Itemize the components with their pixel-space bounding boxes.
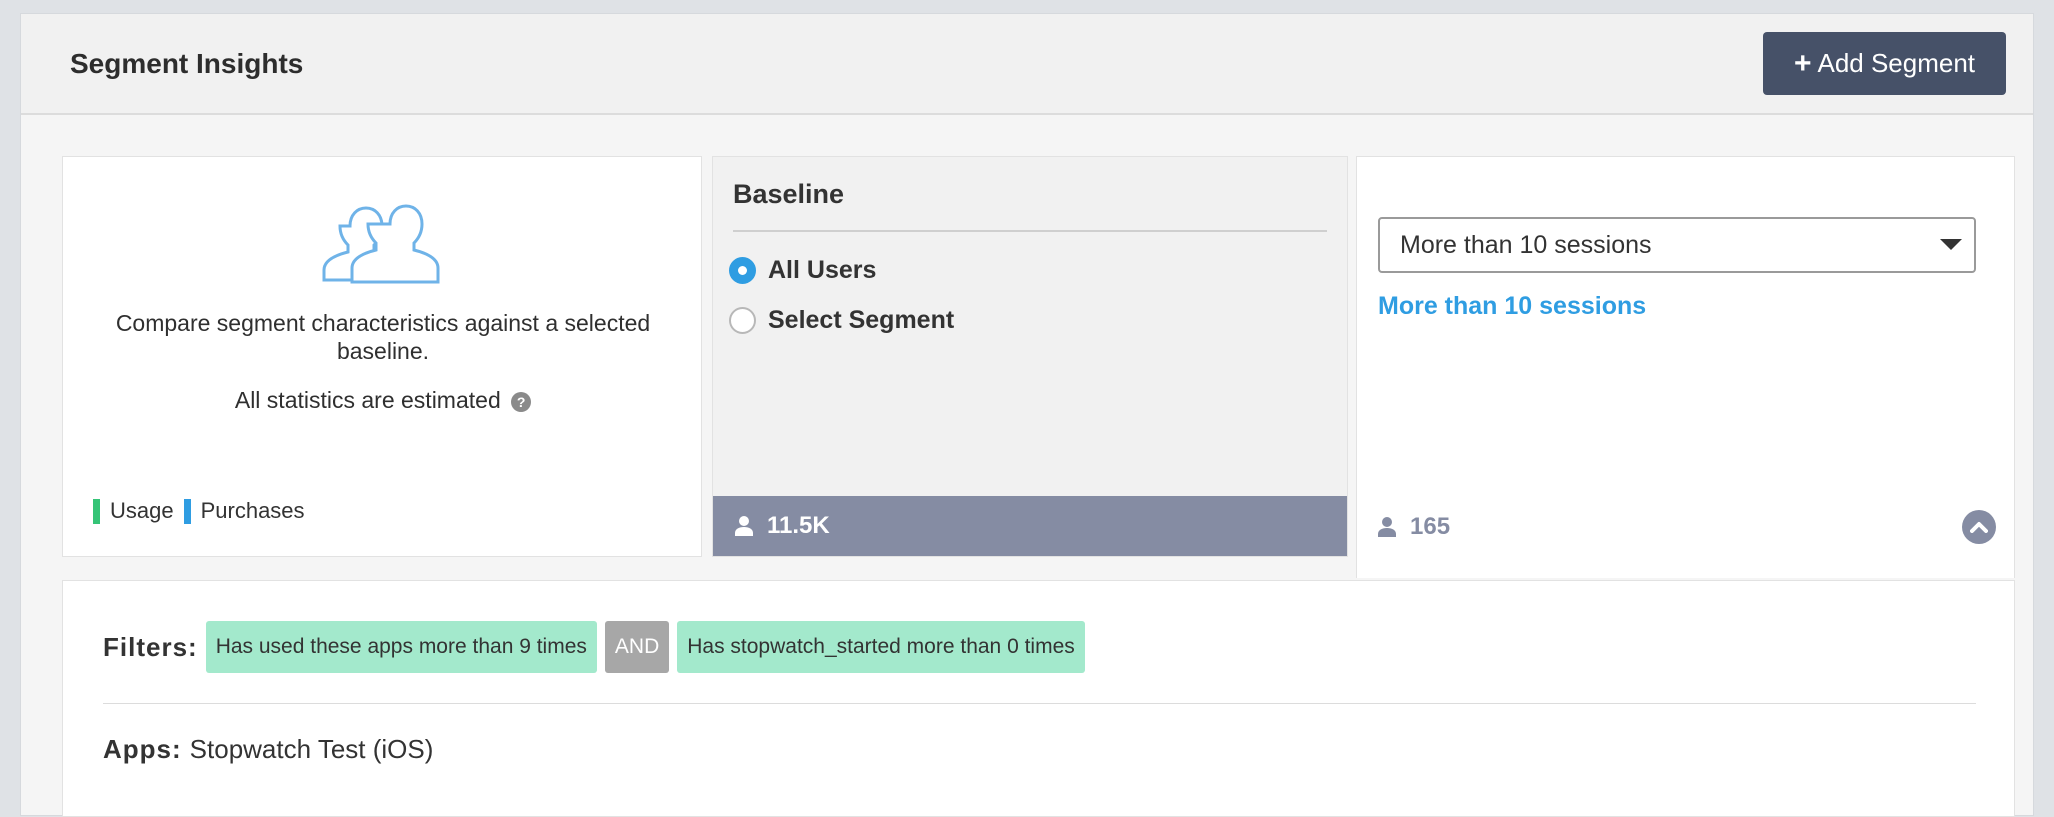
radio-checked-icon[interactable] — [729, 257, 756, 284]
person-icon — [735, 516, 753, 536]
purchases-legend-label: Purchases — [200, 498, 305, 523]
radio-select-segment-label: Select Segment — [768, 306, 955, 334]
filters-label: Filters: — [103, 631, 198, 662]
add-segment-button[interactable]: + Add Segment — [1763, 32, 2006, 95]
intro-card: Compare segment characteristics against … — [62, 156, 702, 557]
collapse-button[interactable] — [1962, 510, 1996, 544]
segment-card: More than 10 sessions More than 10 sessi… — [1356, 156, 2015, 578]
filters-card: Filters: Has used these apps more than 9… — [62, 580, 2015, 817]
intro-description: Compare segment characteristics against … — [115, 310, 651, 364]
plus-icon: + — [1793, 46, 1812, 80]
panel-header: Segment Insights + Add Segment — [21, 14, 2033, 115]
add-segment-label: Add Segment — [1817, 48, 1976, 78]
chevron-down-icon — [1940, 239, 1962, 250]
baseline-title: Baseline — [733, 179, 845, 209]
divider — [103, 703, 1976, 704]
purchases-legend-swatch — [183, 498, 191, 524]
divider — [733, 230, 1327, 232]
legend: Usage Purchases — [93, 498, 309, 524]
filter-chip[interactable]: Has used these apps more than 9 times — [205, 621, 597, 673]
page-title: Segment Insights — [70, 48, 304, 79]
usage-legend-swatch — [93, 498, 100, 524]
segment-insights-panel: Segment Insights + Add Segment Compare s… — [20, 13, 2034, 817]
segment-user-count: 165 — [1378, 513, 1450, 541]
operator-chip: AND — [604, 621, 670, 673]
filters-row: Filters: Has used these apps more than 9… — [103, 621, 1085, 673]
segment-count-value: 165 — [1410, 513, 1451, 540]
users-icon — [322, 204, 440, 284]
apps-label: Apps: — [103, 734, 182, 764]
segment-link[interactable]: More than 10 sessions — [1378, 292, 1646, 321]
estimate-note-text: All statistics are estimated — [234, 387, 501, 413]
radio-all-users-label: All Users — [768, 256, 877, 284]
filter-chip[interactable]: Has stopwatch_started more than 0 times — [677, 621, 1085, 673]
chevron-up-icon — [1970, 522, 1988, 533]
baseline-user-count: 11.5K — [713, 496, 1347, 556]
baseline-count-value: 11.5K — [767, 512, 830, 539]
usage-legend-label: Usage — [110, 498, 174, 523]
radio-all-users[interactable]: All Users — [729, 256, 876, 285]
radio-unchecked-icon[interactable] — [729, 307, 756, 334]
person-icon — [1378, 517, 1396, 537]
help-icon[interactable]: ? — [511, 391, 532, 412]
segment-select-value: More than 10 sessions — [1400, 230, 1652, 259]
estimate-note: All statistics are estimated ? — [103, 387, 663, 414]
apps-value: Stopwatch Test (iOS) — [189, 734, 434, 764]
segment-select[interactable]: More than 10 sessions — [1378, 217, 1976, 273]
apps-row: Apps: Stopwatch Test (iOS) — [103, 734, 433, 765]
radio-select-segment[interactable]: Select Segment — [729, 306, 954, 335]
baseline-card: Baseline All Users Select Segment 11.5K — [712, 156, 1348, 557]
